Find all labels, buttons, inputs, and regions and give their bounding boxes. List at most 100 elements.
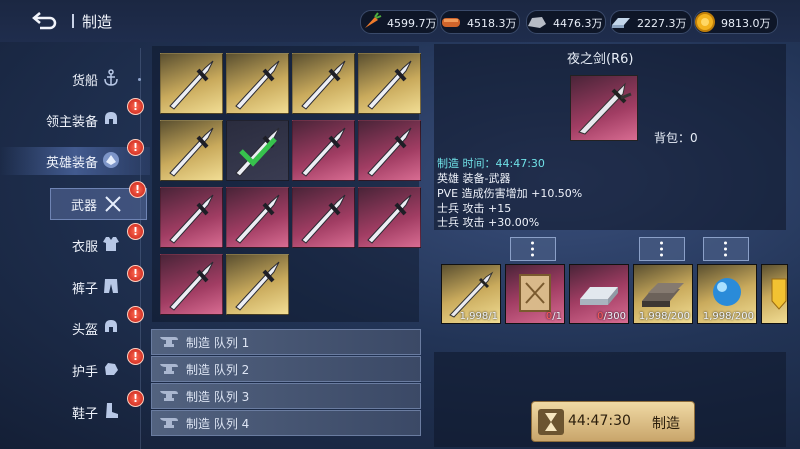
hero-icon xyxy=(103,152,119,168)
anvil-icon xyxy=(160,418,178,428)
alert-badge: ! xyxy=(127,139,144,156)
iron-icon xyxy=(612,18,630,28)
equipment-slot[interactable] xyxy=(292,120,355,181)
equipment-slot[interactable] xyxy=(226,53,289,114)
material-golden-shield[interactable] xyxy=(761,264,788,324)
material-silver-ingot[interactable]: 0/300 xyxy=(569,264,629,324)
resource-wood: 4518.3万 xyxy=(440,10,520,34)
golden-shield-icon xyxy=(771,278,787,310)
craft-queue-4[interactable]: 制造 队列 4 xyxy=(151,410,421,436)
material-scroll[interactable]: 0/1 xyxy=(505,264,565,324)
stat-line: 士兵 攻击 +30.00% xyxy=(437,216,540,229)
pants-icon xyxy=(104,279,118,293)
resource-food-value: 4599.7万 xyxy=(387,17,437,30)
alert-badge: ! xyxy=(127,348,144,365)
sidebar-item-label: 鞋子 xyxy=(71,407,98,422)
weapon-icon xyxy=(169,60,214,110)
resource-iron: 2227.3万 xyxy=(610,10,692,34)
anvil-icon xyxy=(160,337,178,347)
material-options-button[interactable] xyxy=(639,237,685,261)
material-quantity: 0/1 xyxy=(545,311,562,322)
equipment-slot[interactable] xyxy=(292,53,355,114)
equipment-slot[interactable] xyxy=(160,53,223,114)
bag-count: 背包：0 xyxy=(654,131,698,145)
stat-line: PVE 造成伤害增加 +10.50% xyxy=(437,187,583,200)
weapon-icon xyxy=(301,60,346,110)
material-quantity: 1,998/200 xyxy=(638,311,690,322)
alert-badge: ! xyxy=(127,306,144,323)
material-quantity: 1,998/1 xyxy=(459,311,498,322)
page-title: 制造 xyxy=(82,13,113,31)
equipment-slot[interactable] xyxy=(226,254,289,315)
material-options-button[interactable] xyxy=(703,237,749,261)
sidebar-item-label: 护手 xyxy=(71,365,98,380)
sidebar-item-hero-equipment[interactable]: 英雄装备 ! xyxy=(0,139,150,175)
equipment-slot[interactable] xyxy=(358,53,421,114)
resource-gold: 9813.0万 xyxy=(694,10,778,34)
material-sword[interactable]: 1,998/1 xyxy=(441,264,501,324)
equipment-slot[interactable] xyxy=(226,187,289,248)
sidebar-item-label: 货船 xyxy=(71,74,98,89)
sidebar-item-cargo-ship[interactable]: 货船 xyxy=(0,65,150,93)
more-vertical-icon xyxy=(724,241,727,257)
weapon-icon xyxy=(301,194,346,244)
craft-time-text: 制造 时间：44:47:30 xyxy=(437,157,545,170)
sidebar-item-helmet[interactable]: 头盔 ! xyxy=(0,306,150,342)
alert-badge: ! xyxy=(127,265,144,282)
stone-icon xyxy=(528,17,546,28)
craft-queue-label: 制造 队列 2 xyxy=(186,363,250,377)
sidebar-item-weapon[interactable]: 武器 ! xyxy=(50,181,147,220)
armor-icon xyxy=(103,237,119,251)
sidebar-item-label: 领主装备 xyxy=(45,115,98,130)
alert-badge: ! xyxy=(127,98,144,115)
equipment-slot[interactable] xyxy=(160,254,223,315)
material-options-button[interactable] xyxy=(510,237,556,261)
equipment-slot[interactable] xyxy=(358,120,421,181)
back-arrow-icon[interactable] xyxy=(30,9,60,31)
sidebar-item-gauntlet[interactable]: 护手 ! xyxy=(0,348,150,384)
equipment-slot[interactable] xyxy=(358,187,421,248)
sidebar-dot xyxy=(138,78,141,81)
craft-queue-label: 制造 队列 3 xyxy=(186,390,250,404)
equipment-slot[interactable] xyxy=(160,187,223,248)
weapon-icon xyxy=(169,194,214,244)
crossed-swords-icon xyxy=(105,196,121,212)
weapon-icon xyxy=(235,60,280,110)
craft-queue-3[interactable]: 制造 队列 3 xyxy=(151,383,421,409)
weapon-icon xyxy=(301,127,346,177)
craft-button[interactable]: 44:47:30 制造 xyxy=(531,401,695,442)
alert-badge: ! xyxy=(129,181,146,198)
sidebar-item-clothes[interactable]: 衣服 ! xyxy=(0,223,150,259)
helmet-icon xyxy=(105,320,117,332)
craft-queue-1[interactable]: 制造 队列 1 xyxy=(151,329,421,355)
equipment-slot[interactable] xyxy=(160,120,223,181)
carrot-icon xyxy=(365,12,382,28)
sidebar-item-lord-equipment[interactable]: 领主装备 ! xyxy=(0,98,150,134)
material-blue-orb[interactable]: 1,998/200 xyxy=(697,264,757,324)
sidebar-item-pants[interactable]: 裤子 ! xyxy=(0,265,150,301)
craft-button-time: 44:47:30 xyxy=(568,413,631,429)
more-vertical-icon xyxy=(531,241,534,257)
title-divider xyxy=(72,14,74,28)
resource-food: 4599.7万 xyxy=(360,10,438,34)
sidebar-item-label: 衣服 xyxy=(71,240,98,255)
weapon-icon xyxy=(235,261,280,311)
material-iron-ingot[interactable]: 1,998/200 xyxy=(633,264,693,324)
anchor-icon xyxy=(104,69,118,86)
weapon-icon xyxy=(367,127,412,177)
sidebar-item-label: 头盔 xyxy=(71,323,98,338)
weapon-icon xyxy=(235,194,280,244)
resource-iron-value: 2227.3万 xyxy=(637,17,687,30)
anvil-icon xyxy=(160,364,178,374)
sidebar-item-label: 武器 xyxy=(71,199,98,214)
sidebar-item-shoes[interactable]: 鞋子 ! xyxy=(0,390,150,426)
more-vertical-icon xyxy=(660,241,663,257)
sword-icon xyxy=(578,82,632,135)
weapon-icon xyxy=(169,127,214,177)
craft-queue-2[interactable]: 制造 队列 2 xyxy=(151,356,421,382)
alert-badge: ! xyxy=(127,390,144,407)
item-thumbnail xyxy=(570,75,638,141)
equipment-slot-crafted[interactable] xyxy=(226,120,289,181)
alert-badge: ! xyxy=(127,223,144,240)
equipment-slot[interactable] xyxy=(292,187,355,248)
